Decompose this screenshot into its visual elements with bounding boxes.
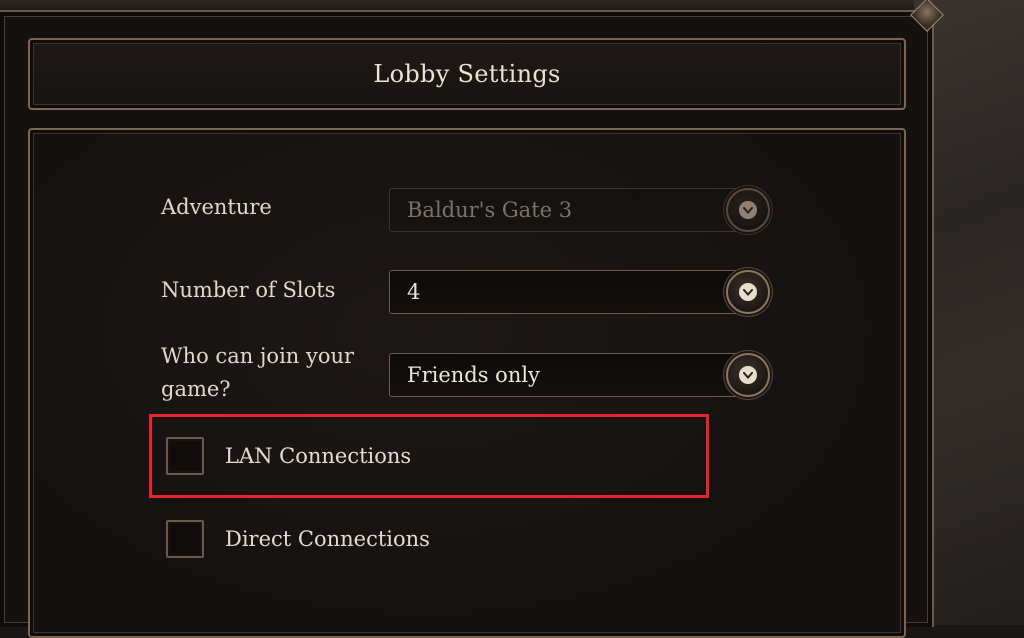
direct-connections-checkbox[interactable]	[166, 520, 204, 558]
slots-dropdown-button[interactable]	[726, 270, 770, 314]
direct-connections-option[interactable]: Direct Connections	[166, 518, 430, 560]
chevron-down-icon	[739, 201, 757, 219]
adventure-dropdown-value: Baldur's Gate 3	[389, 188, 771, 232]
slots-dropdown[interactable]: 4	[389, 270, 772, 314]
slots-dropdown-value[interactable]: 4	[389, 270, 771, 314]
highlight-annotation	[149, 414, 709, 498]
adventure-dropdown: Baldur's Gate 3	[389, 188, 772, 232]
title-bar: Lobby Settings	[28, 38, 906, 110]
chevron-down-icon	[739, 283, 757, 301]
chevron-down-icon	[739, 366, 757, 384]
join-label-line2: game?	[161, 377, 231, 401]
direct-connections-label[interactable]: Direct Connections	[225, 527, 430, 551]
adventure-dropdown-button	[726, 188, 770, 232]
join-dropdown-value[interactable]: Friends only	[389, 353, 771, 397]
join-dropdown-button[interactable]	[726, 353, 770, 397]
join-dropdown[interactable]: Friends only	[389, 353, 772, 397]
adventure-label: Adventure	[161, 195, 272, 219]
join-label-line1: Who can join your	[161, 344, 355, 368]
window-title: Lobby Settings	[373, 60, 561, 88]
slots-label: Number of Slots	[161, 278, 336, 302]
